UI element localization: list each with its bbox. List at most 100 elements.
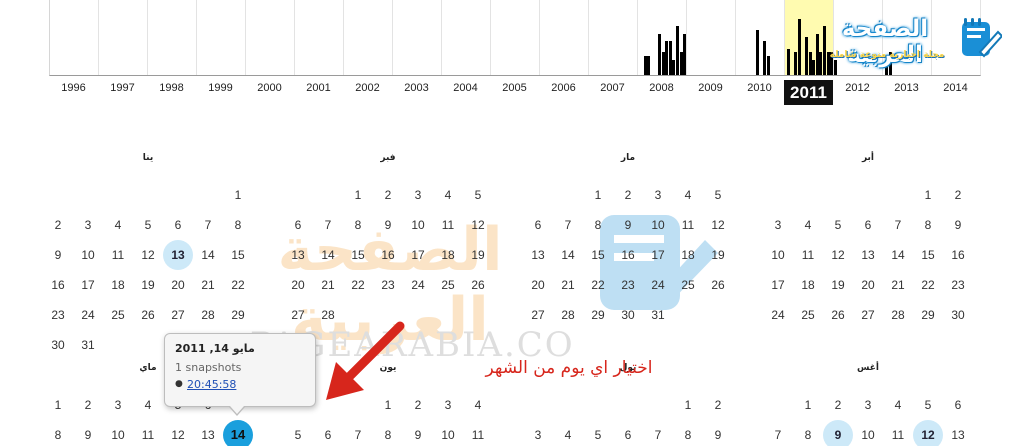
year-label-1999[interactable]: 1999 bbox=[196, 82, 245, 94]
calendar-day[interactable]: 8 bbox=[793, 420, 823, 446]
year-column-2001[interactable] bbox=[295, 0, 344, 75]
calendar-day[interactable]: 27 bbox=[163, 300, 193, 330]
year-selector[interactable]: 1996 1997 1998 1999 2000 2001 2002 2003 2004 2005… bbox=[49, 80, 981, 106]
calendar-day[interactable]: 10 bbox=[763, 240, 793, 270]
calendar-day[interactable]: 5 bbox=[283, 420, 313, 446]
calendar-day[interactable]: 1 bbox=[343, 180, 373, 210]
calendar-day[interactable]: 12 bbox=[163, 420, 193, 446]
calendar-day[interactable]: 26 bbox=[463, 270, 493, 300]
calendar-day[interactable]: 4 bbox=[883, 390, 913, 420]
calendar-day[interactable]: 2 bbox=[613, 180, 643, 210]
calendar-day[interactable]: 13 bbox=[283, 240, 313, 270]
calendar-day[interactable]: 2 bbox=[43, 210, 73, 240]
year-label-2004[interactable]: 2004 bbox=[441, 82, 490, 94]
calendar-day[interactable]: 4 bbox=[133, 390, 163, 420]
year-label-2005[interactable]: 2005 bbox=[490, 82, 539, 94]
year-column-2004[interactable] bbox=[442, 0, 491, 75]
calendar-day[interactable]: 20 bbox=[523, 270, 553, 300]
calendar-day[interactable]: 18 bbox=[103, 270, 133, 300]
calendar-day[interactable]: 20 bbox=[283, 270, 313, 300]
calendar-day[interactable]: 18 bbox=[673, 240, 703, 270]
calendar-day[interactable]: 8 bbox=[343, 210, 373, 240]
calendar-day[interactable]: 21 bbox=[313, 270, 343, 300]
calendar-day[interactable]: 3 bbox=[763, 210, 793, 240]
calendar-day[interactable]: 26 bbox=[823, 300, 853, 330]
calendar-day[interactable]: 12 bbox=[463, 210, 493, 240]
calendar-day[interactable]: 6 bbox=[943, 390, 973, 420]
calendar-day[interactable]: 14 bbox=[883, 240, 913, 270]
calendar-day[interactable]: 8 bbox=[913, 210, 943, 240]
calendar-day[interactable]: 16 bbox=[43, 270, 73, 300]
calendar-day[interactable]: 17 bbox=[763, 270, 793, 300]
calendar-day[interactable]: 19 bbox=[133, 270, 163, 300]
calendar-day[interactable]: 3 bbox=[403, 180, 433, 210]
calendar-day[interactable]: 25 bbox=[673, 270, 703, 300]
calendar-day[interactable]: 9 bbox=[403, 420, 433, 446]
calendar-day[interactable]: 8 bbox=[673, 420, 703, 446]
calendar-day[interactable]: 13 bbox=[193, 420, 223, 446]
calendar-day[interactable]: 6 bbox=[523, 210, 553, 240]
calendar-day[interactable]: 11 bbox=[463, 420, 493, 446]
calendar-day[interactable]: 2 bbox=[73, 390, 103, 420]
calendar-day[interactable]: 4 bbox=[463, 390, 493, 420]
year-label-2010[interactable]: 2010 bbox=[735, 82, 784, 94]
calendar-day[interactable]: 16 bbox=[613, 240, 643, 270]
calendar-day[interactable]: 4 bbox=[673, 180, 703, 210]
calendar-day[interactable]: 4 bbox=[793, 210, 823, 240]
calendar-day[interactable]: 10 bbox=[403, 210, 433, 240]
calendar-day[interactable]: 21 bbox=[193, 270, 223, 300]
calendar-day[interactable]: 5 bbox=[703, 180, 733, 210]
year-column-1998[interactable] bbox=[148, 0, 197, 75]
calendar-day[interactable]: 10 bbox=[433, 420, 463, 446]
calendar-day[interactable]: 24 bbox=[403, 270, 433, 300]
calendar-day[interactable]: 9 bbox=[943, 210, 973, 240]
calendar-day[interactable]: 17 bbox=[403, 240, 433, 270]
year-label-2008[interactable]: 2008 bbox=[637, 82, 686, 94]
calendar-day[interactable]: 26 bbox=[133, 300, 163, 330]
calendar-day[interactable]: 9 bbox=[73, 420, 103, 446]
calendar-day[interactable]: 29 bbox=[583, 300, 613, 330]
calendar-day[interactable]: 3 bbox=[433, 390, 463, 420]
calendar-day[interactable]: 3 bbox=[853, 390, 883, 420]
calendar-day[interactable]: 11 bbox=[103, 240, 133, 270]
calendar-day[interactable]: 16 bbox=[943, 240, 973, 270]
calendar-day[interactable]: 11 bbox=[793, 240, 823, 270]
year-column-2002[interactable] bbox=[344, 0, 393, 75]
calendar-day[interactable]: 2 bbox=[373, 180, 403, 210]
calendar-day[interactable]: 23 bbox=[373, 270, 403, 300]
calendar-day[interactable]: 7 bbox=[883, 210, 913, 240]
calendar-day[interactable]: 4 bbox=[103, 210, 133, 240]
calendar-day[interactable]: 20 bbox=[163, 270, 193, 300]
calendar-day[interactable]: 8 bbox=[583, 210, 613, 240]
calendar-day[interactable]: 3 bbox=[103, 390, 133, 420]
calendar-day[interactable]: 6 bbox=[283, 210, 313, 240]
calendar-day[interactable]: 6 bbox=[163, 210, 193, 240]
calendar-day[interactable]: 1 bbox=[583, 180, 613, 210]
calendar-day[interactable]: 30 bbox=[943, 300, 973, 330]
calendar-day[interactable]: 14 bbox=[553, 240, 583, 270]
year-label-2013[interactable]: 2013 bbox=[882, 82, 931, 94]
calendar-day[interactable]: 7 bbox=[313, 210, 343, 240]
year-label-2002[interactable]: 2002 bbox=[343, 82, 392, 94]
calendar-day[interactable]: 1 bbox=[223, 180, 253, 210]
calendar-day[interactable]: 25 bbox=[793, 300, 823, 330]
calendar-day[interactable]: 24 bbox=[643, 270, 673, 300]
calendar-day[interactable]: 15 bbox=[343, 240, 373, 270]
calendar-day[interactable]: 19 bbox=[823, 270, 853, 300]
calendar-day[interactable]: 8 bbox=[373, 420, 403, 446]
calendar-day[interactable]: 3 bbox=[643, 180, 673, 210]
year-label-2003[interactable]: 2003 bbox=[392, 82, 441, 94]
calendar-day[interactable]: 9 bbox=[703, 420, 733, 446]
snapshot-time-link[interactable]: 20:45:58 bbox=[187, 378, 236, 391]
calendar-day[interactable]: 25 bbox=[103, 300, 133, 330]
year-label-2009[interactable]: 2009 bbox=[686, 82, 735, 94]
calendar-day[interactable]: 10 bbox=[853, 420, 883, 446]
calendar-day[interactable]: 7 bbox=[763, 420, 793, 446]
calendar-day[interactable]: 8 bbox=[223, 210, 253, 240]
calendar-day[interactable]: 9 bbox=[613, 210, 643, 240]
calendar-day[interactable]: 31 bbox=[643, 300, 673, 330]
calendar-day[interactable]: 13 bbox=[943, 420, 973, 446]
calendar-day[interactable]: 9 bbox=[823, 420, 853, 446]
calendar-day[interactable]: 7 bbox=[553, 210, 583, 240]
calendar-day[interactable]: 3 bbox=[523, 420, 553, 446]
